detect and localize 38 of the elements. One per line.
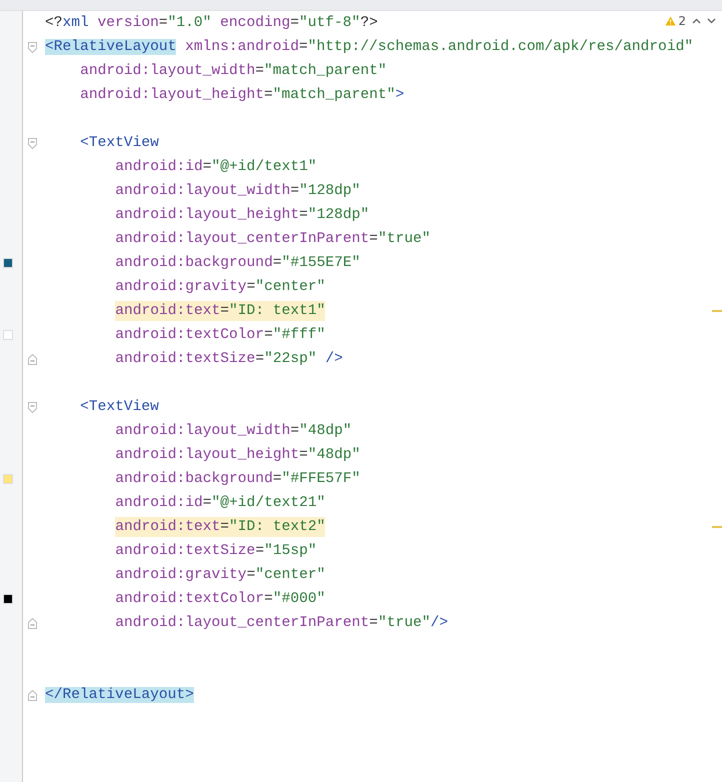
code-line: <TextView: [80, 134, 159, 153]
unfold-icon[interactable]: [28, 354, 36, 364]
fold-icon[interactable]: [28, 402, 36, 412]
code-line: android:layout_width="128dp": [115, 182, 360, 201]
code-line: <RelativeLayout xmlns:android="http://schemas.android.com/apk/res/android": [45, 38, 694, 57]
color-swatch[interactable]: [3, 594, 13, 604]
code-line: android:textColor="#fff": [115, 326, 326, 345]
code-line: android:layout_centerInParent="true": [115, 230, 430, 249]
code-line: android:layout_height="match_parent">: [80, 86, 404, 105]
code-line: android:id="@+id/text21": [115, 494, 326, 513]
code-line: <?xml version="1.0" encoding="utf-8"?>: [45, 14, 378, 33]
scroll-marker: [712, 310, 722, 312]
warning-icon[interactable]: [665, 16, 676, 26]
unfold-icon[interactable]: [28, 618, 36, 628]
code-line: android:layout_width="48dp": [115, 422, 352, 441]
code-line: android:layout_height="128dp": [115, 206, 370, 225]
fold-icon[interactable]: [28, 42, 36, 52]
unfold-icon[interactable]: [28, 690, 36, 700]
code-line: android:textSize="22sp" />: [115, 350, 343, 369]
code-line: android:background="#155E7E": [115, 254, 360, 273]
color-swatch[interactable]: [3, 474, 13, 484]
code-line: android:layout_height="48dp": [115, 446, 360, 465]
code-line: android:layout_width="match_parent": [80, 62, 387, 81]
code-line: android:layout_centerInParent="true"/>: [115, 614, 448, 633]
color-swatch[interactable]: [3, 258, 13, 268]
chevron-up-icon[interactable]: [692, 18, 701, 24]
code-line: android:textSize="15sp": [115, 542, 317, 561]
chevron-down-icon[interactable]: [707, 18, 716, 24]
code-line: android:gravity="center": [115, 566, 326, 585]
scroll-marker: [712, 526, 722, 528]
fold-icon[interactable]: [28, 138, 36, 148]
code-line: <TextView: [80, 398, 159, 417]
color-swatch[interactable]: [3, 330, 13, 340]
code-line: android:gravity="center": [115, 278, 326, 297]
code-line: android:textColor="#000": [115, 590, 326, 609]
warning-count: 2: [678, 14, 686, 28]
code-line: android:background="#FFE57F": [115, 470, 360, 489]
code-line: android:id="@+id/text1": [115, 158, 317, 177]
